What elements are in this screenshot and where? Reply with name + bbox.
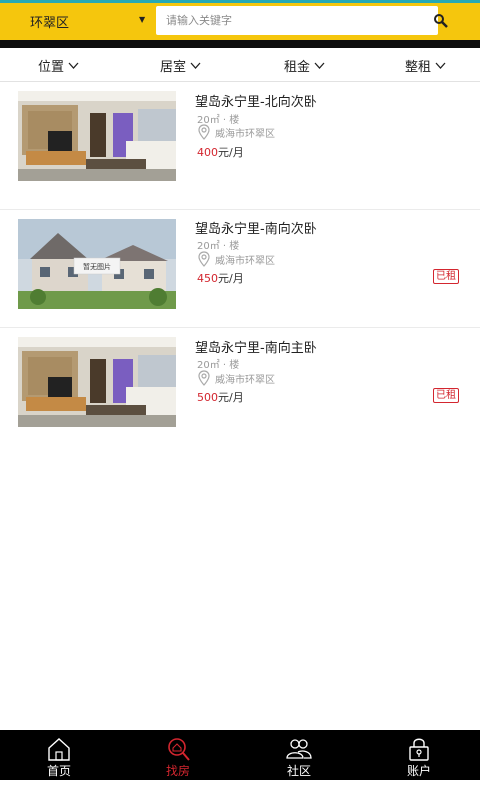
search-box[interactable] (156, 6, 438, 35)
location-text: 威海市环翠区 (215, 374, 275, 386)
listing-item[interactable]: 望岛永宁里-北向次卧 20㎡ · 楼 威海市环翠区 400元/月 (0, 83, 480, 210)
filter-rental-type[interactable]: 整租 (405, 56, 446, 75)
header-divider (0, 40, 480, 48)
nav-label: 首页 (46, 764, 71, 778)
price-value: 450 (197, 272, 218, 285)
nav-find-house[interactable]: 找房 (138, 730, 218, 780)
living-room-photo (18, 91, 176, 181)
filter-label: 整租 (405, 60, 432, 75)
filter-rooms[interactable]: 居室 (160, 56, 201, 75)
chevron-down-icon (68, 62, 79, 69)
listing-title: 望岛永宁里-南向次卧 (195, 222, 317, 237)
price-unit: 元/月 (218, 146, 244, 159)
community-icon (286, 739, 312, 759)
price-unit: 元/月 (218, 391, 244, 404)
listing-spec: 20㎡ · 楼 (197, 360, 240, 371)
location-pin-icon (198, 124, 210, 140)
filter-rent[interactable]: 租金 (284, 56, 325, 75)
chevron-down-icon (314, 62, 325, 69)
listing-location: 威海市环翠区 (197, 370, 275, 386)
listing-title: 望岛永宁里-北向次卧 (195, 95, 317, 110)
bottom-nav: 首页 找房 社区 账户 (0, 730, 480, 780)
listing-price: 400元/月 (197, 144, 244, 160)
filter-label: 位置 (38, 60, 65, 75)
location-pin-icon (198, 251, 210, 267)
nav-label: 社区 (286, 764, 311, 778)
listing-price: 450元/月 (197, 270, 244, 286)
search-input[interactable] (166, 6, 406, 35)
location-text: 威海市环翠区 (215, 255, 275, 267)
listing-location: 威海市环翠区 (197, 124, 275, 140)
filter-label: 租金 (284, 60, 311, 75)
image-caption: 暂无图片 (83, 262, 111, 271)
home-icon (48, 738, 70, 761)
search-house-icon (168, 738, 190, 761)
nav-home[interactable]: 首页 (19, 730, 99, 780)
location-text: 威海市环翠区 (215, 128, 275, 140)
price-value: 500 (197, 391, 218, 404)
listing-location: 威海市环翠区 (197, 251, 275, 267)
placeholder-house-photo: 暂无图片 (18, 219, 176, 309)
listing-price: 500元/月 (197, 389, 244, 405)
nav-account[interactable]: 账户 (379, 730, 459, 780)
location-pin-icon (198, 370, 210, 386)
filter-label: 居室 (160, 60, 187, 75)
search-icon[interactable] (433, 13, 449, 29)
account-lock-icon (409, 738, 429, 761)
top-bar: 环翠区 ▼ (0, 0, 480, 40)
price-unit: 元/月 (218, 272, 244, 285)
listing-title: 望岛永宁里-南向主卧 (195, 341, 317, 356)
nav-label: 找房 (165, 764, 190, 778)
listing-spec: 20㎡ · 楼 (197, 241, 240, 252)
living-room-photo (18, 337, 176, 427)
listing-item[interactable]: 望岛永宁里-南向主卧 20㎡ · 楼 威海市环翠区 500元/月 已租 (0, 328, 480, 438)
filter-location[interactable]: 位置 (38, 56, 79, 75)
rented-badge: 已租 (433, 388, 459, 403)
filter-bar: 位置 居室 租金 整租 (0, 48, 480, 82)
price-value: 400 (197, 146, 218, 159)
rented-badge: 已租 (433, 269, 459, 284)
listing-item[interactable]: 暂无图片 望岛永宁里-南向次卧 20㎡ · 楼 威海市环翠区 450元/月 已租 (0, 210, 480, 328)
city-selector[interactable]: 环翠区 (30, 12, 69, 31)
chevron-down-icon (190, 62, 201, 69)
nav-community[interactable]: 社区 (259, 730, 339, 780)
dropdown-arrow-icon[interactable]: ▼ (139, 15, 145, 24)
bottom-margin (0, 780, 480, 800)
chevron-down-icon (435, 62, 446, 69)
nav-label: 账户 (406, 764, 431, 778)
